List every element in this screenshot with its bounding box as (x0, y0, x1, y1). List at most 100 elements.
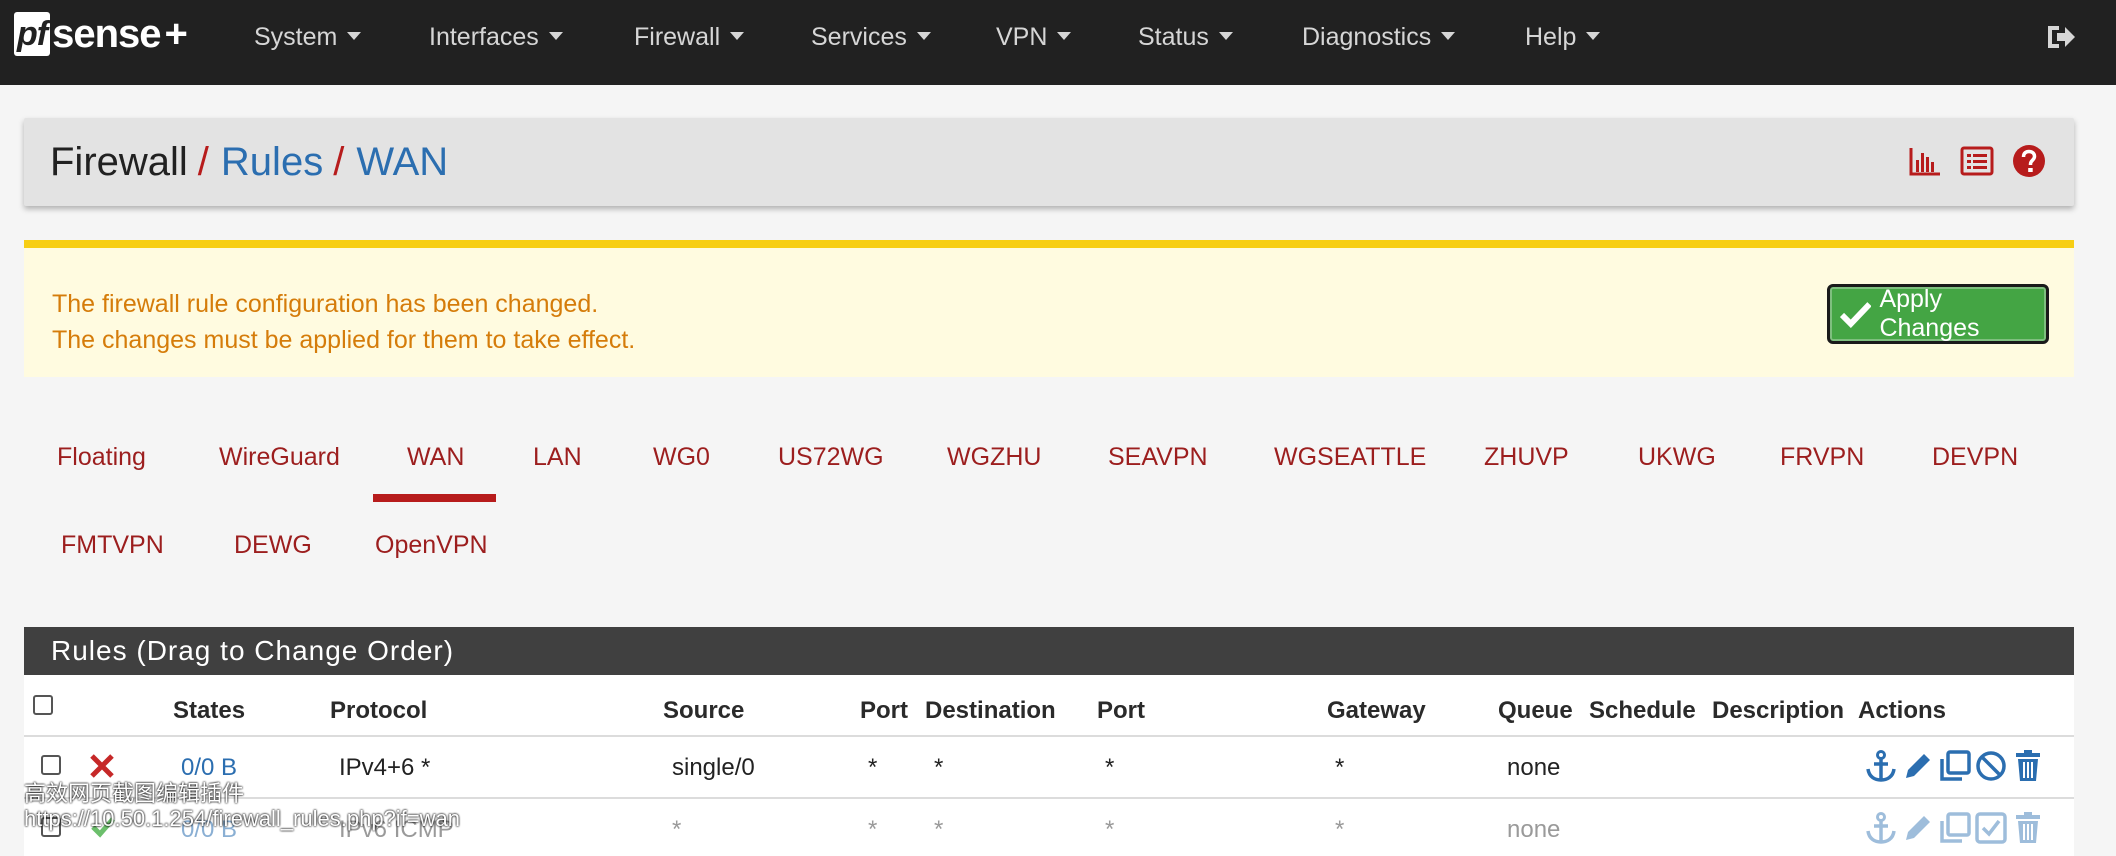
row-dest-port: * (1105, 816, 1115, 843)
bar-chart-icon[interactable] (1908, 144, 1942, 178)
apply-changes-button[interactable]: Apply Changes (1827, 284, 2049, 344)
tab-wg0[interactable]: WG0 (653, 443, 710, 472)
col-description: Description (1712, 697, 1845, 724)
col-states: States (173, 697, 246, 724)
row-source: * (672, 816, 682, 843)
log-list-icon[interactable] (1960, 144, 1994, 178)
chevron-down-icon (1586, 32, 1601, 41)
breadcrumb-firewall: Firewall (50, 140, 188, 184)
logo-sense: sense (52, 12, 161, 56)
nav-help[interactable]: Help (1525, 0, 1601, 75)
tab-zhuvp[interactable]: ZHUVP (1484, 443, 1569, 472)
nav-vpn[interactable]: VPN (996, 0, 1072, 75)
watermark-url: https://10.50.1.254/firewall_rules.php?i… (24, 806, 461, 831)
nav-diagnostics-label: Diagnostics (1302, 23, 1432, 51)
breadcrumb-shortcuts (1908, 144, 2046, 180)
col-actions: Actions (1858, 697, 1947, 724)
enable-check-square-icon[interactable] (1974, 811, 2008, 845)
breadcrumb-separator: / (333, 140, 345, 184)
nav-status-label: Status (1138, 23, 1209, 51)
help-question-icon[interactable] (2012, 144, 2046, 178)
row-source: single/0 (672, 754, 755, 781)
nav-services-label: Services (811, 23, 907, 51)
tab-floating[interactable]: Floating (57, 443, 146, 472)
row-gateway: * (1335, 754, 1345, 781)
tab-dewg[interactable]: DEWG (234, 531, 312, 560)
edit-pencil-icon[interactable] (1901, 811, 1935, 845)
row-protocol: IPv4+6 * (339, 754, 431, 781)
logo-plus: + (164, 11, 188, 56)
header-divider (24, 735, 2074, 737)
row-select-checkbox[interactable] (41, 755, 61, 775)
apply-changes-label: Apply Changes (1879, 285, 1980, 342)
row-gateway: * (1335, 816, 1345, 843)
row-queue: none (1507, 754, 1561, 781)
select-all-checkbox[interactable] (33, 695, 53, 715)
logout-icon[interactable] (2044, 20, 2078, 54)
chevron-down-icon (548, 32, 563, 41)
alert-line-2: The changes must be applied for them to … (52, 326, 636, 354)
col-gateway: Gateway (1327, 697, 1426, 724)
col-dest-port: Port (1097, 697, 1145, 724)
tab-wgzhu[interactable]: WGZHU (947, 443, 1041, 472)
delete-trash-icon[interactable] (2011, 749, 2045, 783)
chevron-down-icon (1218, 32, 1233, 41)
col-source: Source (663, 697, 745, 724)
tab-wgseattle[interactable]: WGSEATTLE (1274, 443, 1426, 472)
nav-interfaces[interactable]: Interfaces (429, 0, 563, 75)
nav-services[interactable]: Services (811, 0, 931, 75)
delete-trash-icon[interactable] (2011, 811, 2045, 845)
pfsense-logo[interactable]: pf sense + (14, 10, 188, 58)
nav-system-label: System (254, 23, 338, 51)
nav-system[interactable]: System (254, 0, 362, 75)
col-port: Port (860, 697, 908, 724)
chevron-down-icon (730, 32, 745, 41)
nav-diagnostics[interactable]: Diagnostics (1302, 0, 1456, 75)
top-navbar: pf sense + System Interfaces Firewall Serv… (0, 0, 2116, 85)
tab-ukwg[interactable]: UKWG (1638, 443, 1716, 472)
chevron-down-icon (347, 32, 362, 41)
nav-status[interactable]: Status (1138, 0, 1233, 75)
tab-us72wg[interactable]: US72WG (778, 443, 884, 472)
nav-help-label: Help (1525, 23, 1577, 51)
tab-fmtvpn[interactable]: FMTVPN (61, 531, 164, 560)
breadcrumb-separator: / (197, 140, 209, 184)
alert-message: The firewall rule configuration has been… (52, 286, 635, 358)
col-schedule: Schedule (1589, 697, 1696, 724)
disable-ban-icon[interactable] (1974, 749, 2008, 783)
anchor-icon[interactable] (1864, 811, 1898, 845)
tab-devpn[interactable]: DEVPN (1932, 443, 2018, 472)
copy-icon[interactable] (1938, 811, 1972, 845)
row-destination: * (934, 754, 944, 781)
col-queue: Queue (1498, 697, 1573, 724)
breadcrumb-wan-link[interactable]: WAN (356, 140, 448, 184)
chevron-down-icon (1441, 32, 1456, 41)
tab-seavpn[interactable]: SEAVPN (1108, 443, 1208, 472)
tab-openvpn[interactable]: OpenVPN (375, 531, 488, 560)
active-tab-indicator (373, 494, 496, 502)
edit-pencil-icon[interactable] (1901, 749, 1935, 783)
row-port: * (868, 754, 878, 781)
anchor-icon[interactable] (1864, 749, 1898, 783)
row-queue: none (1507, 816, 1561, 843)
logo-pf: pf (14, 12, 51, 56)
col-protocol: Protocol (330, 697, 428, 724)
tab-frvpn[interactable]: FRVPN (1780, 443, 1864, 472)
breadcrumb-rules-link[interactable]: Rules (221, 140, 323, 184)
nav-vpn-label: VPN (996, 23, 1048, 51)
chevron-down-icon (916, 32, 931, 41)
alert-line-1: The firewall rule configuration has been… (52, 290, 599, 318)
check-icon (1840, 302, 1872, 328)
nav-firewall-label: Firewall (634, 23, 721, 51)
rules-panel-title: Rules (Drag to Change Order) (24, 627, 2074, 675)
breadcrumb-panel: Firewall / Rules / WAN (24, 118, 2074, 206)
col-destination: Destination (925, 697, 1056, 724)
row-destination: * (934, 816, 944, 843)
chevron-down-icon (1057, 32, 1072, 41)
row-dest-port: * (1105, 754, 1115, 781)
tab-wireguard[interactable]: WireGuard (219, 443, 340, 472)
nav-firewall[interactable]: Firewall (634, 0, 745, 75)
tab-wan[interactable]: WAN (407, 443, 464, 472)
copy-icon[interactable] (1938, 749, 1972, 783)
tab-lan[interactable]: LAN (533, 443, 582, 472)
